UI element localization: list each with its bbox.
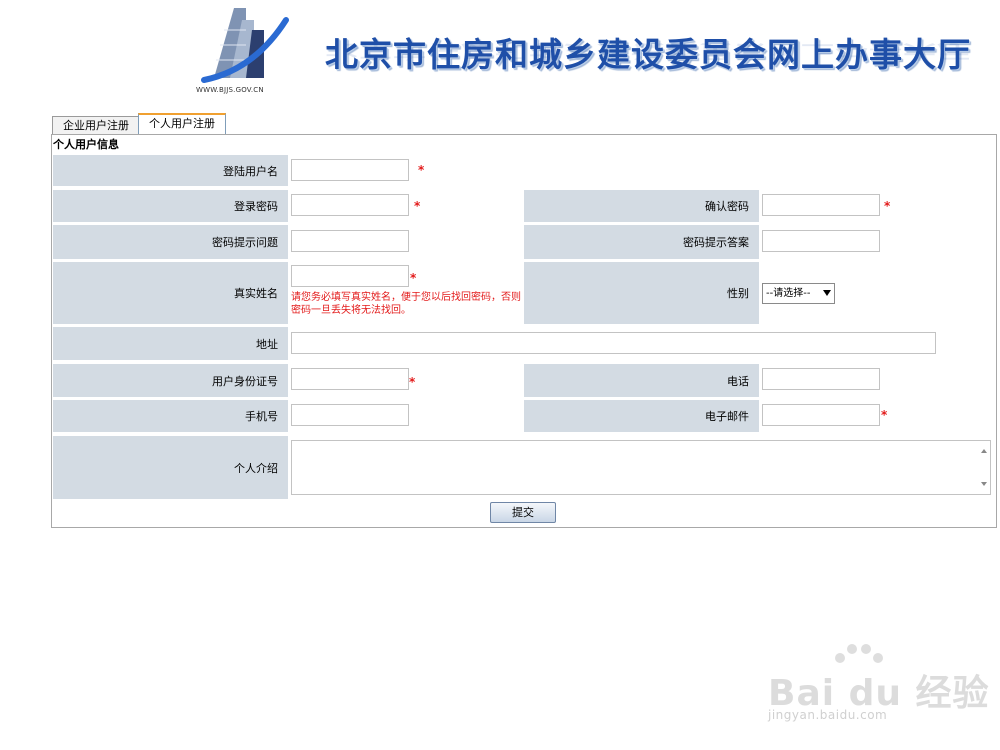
email-input[interactable] bbox=[762, 404, 880, 426]
gender-select-value: --请选择-- bbox=[766, 288, 811, 299]
required-mark: * bbox=[418, 163, 425, 177]
security-answer-input[interactable] bbox=[762, 230, 880, 252]
section-title: 个人用户信息 bbox=[53, 138, 119, 151]
label-address: 地址 bbox=[53, 327, 288, 360]
baidu-jingyan-watermark: Bai du 经验 jingyan.baidu.com bbox=[768, 640, 989, 730]
required-mark: * bbox=[410, 271, 417, 285]
gender-select[interactable]: --请选择-- bbox=[762, 283, 835, 304]
real-name-hint: 请您务必填写真实姓名，便于您以后找回密码，否则密码一旦丢失将无法找回。 bbox=[291, 292, 521, 316]
label-id-number: 用户身份证号 bbox=[53, 364, 288, 397]
label-confirm-password: 确认密码 bbox=[524, 190, 759, 222]
site-header: WWW.BJJS.GOV.CN 北京市住房和城乡建设委员会网上办事大厅 北京市住… bbox=[0, 0, 1000, 105]
personal-registration-form: 个人用户信息 登陆用户名 * 登录密码 * 确认密码 * 密码提示问题 密码提示… bbox=[51, 134, 997, 528]
required-mark: * bbox=[414, 199, 421, 213]
label-password: 登录密码 bbox=[53, 190, 288, 222]
mobile-input[interactable] bbox=[291, 404, 409, 426]
login-username-input[interactable] bbox=[291, 159, 409, 181]
password-input[interactable] bbox=[291, 194, 409, 216]
intro-textarea[interactable] bbox=[291, 440, 991, 495]
confirm-password-input[interactable] bbox=[762, 194, 880, 216]
label-real-name: 真实姓名 bbox=[53, 262, 288, 324]
required-mark: * bbox=[881, 408, 888, 422]
real-name-input[interactable] bbox=[291, 265, 409, 287]
bjjs-logo: WWW.BJJS.GOV.CN bbox=[194, 0, 294, 100]
address-input[interactable] bbox=[291, 332, 936, 354]
security-question-input[interactable] bbox=[291, 230, 409, 252]
label-phone: 电话 bbox=[524, 364, 759, 397]
required-mark: * bbox=[884, 199, 891, 213]
scroll-down-arrow-icon[interactable] bbox=[981, 482, 987, 486]
scroll-up-arrow-icon[interactable] bbox=[981, 449, 987, 453]
logo-url-text: WWW.BJJS.GOV.CN bbox=[196, 86, 264, 94]
site-title-reflection: 北京市住房和城乡建设委员会网上办事大厅 bbox=[325, 40, 971, 63]
watermark-url: jingyan.baidu.com bbox=[768, 708, 888, 722]
label-mobile: 手机号 bbox=[53, 400, 288, 432]
tab-personal-register[interactable]: 个人用户注册 bbox=[138, 113, 226, 136]
phone-input[interactable] bbox=[762, 368, 880, 390]
tab-enterprise-register[interactable]: 企业用户注册 bbox=[52, 116, 140, 135]
required-mark: * bbox=[409, 375, 416, 389]
label-gender: 性别 bbox=[524, 262, 759, 324]
chevron-down-icon bbox=[823, 290, 831, 296]
submit-button[interactable]: 提交 bbox=[490, 502, 556, 523]
label-security-question: 密码提示问题 bbox=[53, 225, 288, 259]
label-email: 电子邮件 bbox=[524, 400, 759, 432]
label-login-username: 登陆用户名 bbox=[53, 155, 288, 186]
id-number-input[interactable] bbox=[291, 368, 409, 390]
label-security-answer: 密码提示答案 bbox=[524, 225, 759, 259]
label-intro: 个人介绍 bbox=[53, 436, 288, 499]
